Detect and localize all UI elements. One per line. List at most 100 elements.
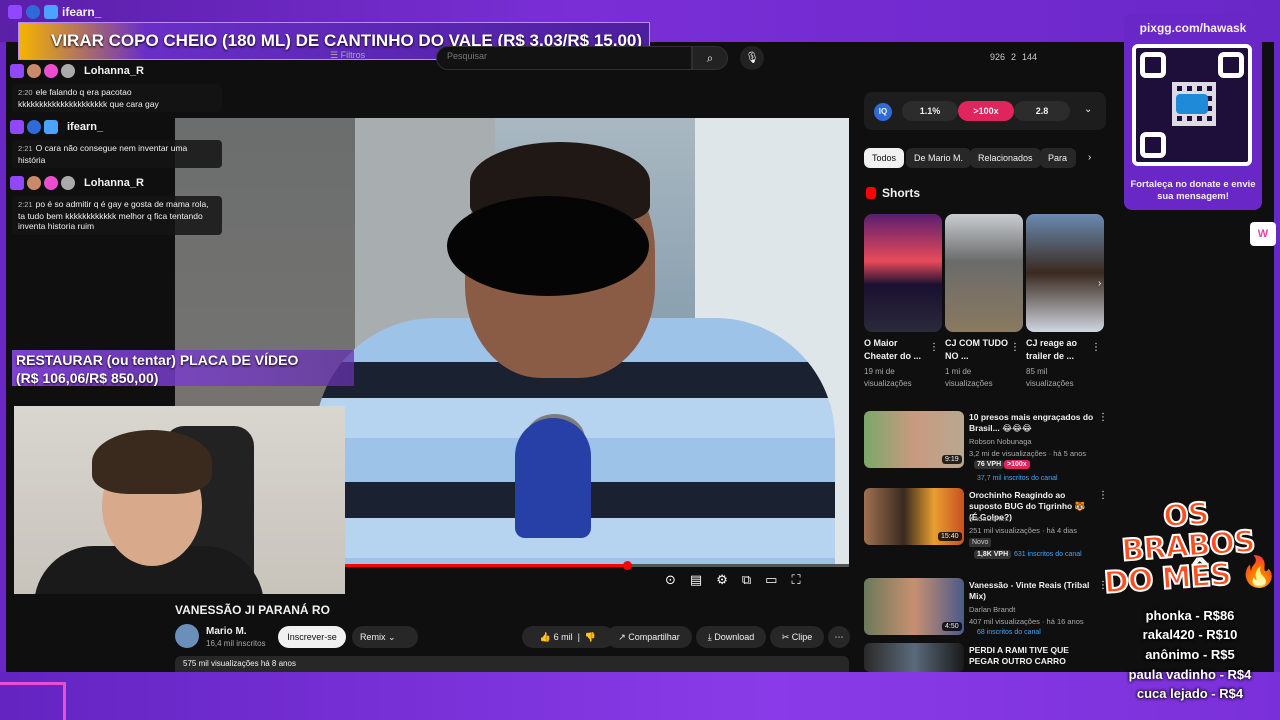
video-duration: 15:40 (938, 532, 962, 541)
video-description-meta[interactable]: 575 mil visualizações há 8 anos (175, 656, 849, 672)
short-thumbnail[interactable] (945, 214, 1023, 332)
chat-user: ifearn_ (10, 120, 103, 134)
qr-finder (1140, 132, 1166, 158)
chevron-right-icon[interactable]: › (1098, 278, 1101, 289)
chat-timestamp: 2:21 (18, 144, 33, 153)
progress-scrubber[interactable] (623, 561, 632, 570)
short-title[interactable]: CJ reage ao trailer de ... (1026, 337, 1092, 363)
overlay-frame-left (0, 42, 6, 672)
clip-label: Clipe (791, 632, 813, 642)
iq-metric: 2.8 (1014, 101, 1070, 121)
recommended-views: 251 mil visualizações · há 4 dias (969, 526, 1077, 535)
stat-value: 926 (990, 52, 1006, 62)
chat-text: ele falando q era pacotao kkkkkkkkkkkkkk… (18, 87, 159, 109)
donor-entry: rakal420 - R$10 (1142, 627, 1238, 642)
theater-mode-icon[interactable]: ▭ (765, 572, 777, 588)
recommended-channel[interactable]: KadaCortes (969, 514, 1009, 523)
progress-bar-fill (345, 564, 627, 567)
share-button[interactable]: ↗ Compartilhar (606, 626, 692, 648)
chevron-down-icon[interactable]: ⌄ (1084, 104, 1092, 115)
top-donors-title: OS BRABOS DO MÊS 🔥 (1102, 496, 1279, 602)
recommended-title[interactable]: 10 presos mais engraçados do Brasil... 😂… (969, 412, 1095, 434)
recommended-title[interactable]: Vanessão - Vinte Reais (Tribal Mix) (969, 580, 1095, 602)
recommended-views: 407 mil visualizações · há 16 anos (969, 617, 1084, 626)
chevron-right-icon[interactable]: › (1088, 152, 1091, 163)
vph-badge: 1,8K VPH (974, 550, 1012, 559)
download-button[interactable]: ⤓ Download (696, 626, 766, 648)
fullscreen-icon[interactable]: ⛶ (791, 572, 800, 588)
stat-value: 144 (1022, 52, 1038, 62)
subtitles-icon[interactable]: ▤ (690, 572, 702, 588)
twitch-badge-icon (8, 5, 22, 19)
autoplay-toggle-icon[interactable]: ⊙ (665, 572, 676, 588)
overlay-frame-bottom (0, 672, 1280, 720)
subscriber-badge-icon (44, 120, 58, 134)
heart-badge-icon (44, 176, 58, 190)
twitch-badge-icon (10, 64, 24, 78)
vph-badge: 76 VPH (974, 460, 1005, 469)
chip-from-channel[interactable]: De Mario M. (906, 148, 972, 168)
subscribe-button[interactable]: Inscrever-se (278, 626, 346, 648)
more-actions-icon[interactable]: ⋯ (828, 626, 850, 648)
qr-finder (1140, 52, 1166, 78)
avatar (27, 64, 41, 78)
chat-message: 2:21 po é so admitir q é gay e gosta de m… (12, 196, 222, 235)
like-count: 6 mil (553, 632, 573, 642)
prime-badge-icon (26, 5, 40, 19)
chat-user: Lohanna_R (10, 176, 144, 190)
short-title[interactable]: CJ COM TUDO NO ... (945, 337, 1011, 363)
short-views: 19 mi de visualizações (864, 367, 912, 388)
short-thumbnail[interactable] (1026, 214, 1104, 332)
recommended-title[interactable]: PERDI A RAMI TIVE QUE PEGAR OUTRO CARRO (969, 645, 1095, 667)
chip-for-you[interactable]: Para v (1040, 148, 1076, 168)
video-title: VANESSÃO JI PARANÁ RO (175, 603, 330, 617)
goal-middle-title: RESTAURAR (ou tentar) PLACA DE VÍDEO (16, 352, 299, 368)
new-badge: Novo (969, 538, 992, 547)
recommended-channel[interactable]: Robson Nobunaga (969, 437, 1032, 446)
qr-finder (1218, 52, 1244, 78)
filters-label: Filtros (340, 50, 366, 60)
extension-stats: 926 2 144 (990, 52, 1037, 62)
search-icon[interactable]: ⌕ (692, 46, 728, 70)
more-options-icon[interactable]: ⋮ (1091, 342, 1101, 353)
overlay-top-user: ifearn_ (8, 5, 101, 19)
donation-goal-middle: RESTAURAR (ou tentar) PLACA DE VÍDEO (R$… (12, 350, 354, 386)
more-options-icon[interactable]: ⋮ (1098, 412, 1108, 423)
short-views: 85 mil visualizações (1026, 367, 1074, 388)
stat-value: 2 (1011, 52, 1017, 62)
heart-badge-icon (44, 64, 58, 78)
short-title[interactable]: O Maior Cheater do ... (864, 337, 930, 363)
video-duration: 9:19 (942, 455, 962, 464)
more-options-icon[interactable]: ⋮ (1010, 342, 1020, 353)
donor-entry: anônimo - R$5 (1145, 647, 1235, 662)
chat-username: ifearn_ (67, 121, 104, 133)
more-options-icon[interactable]: ⋮ (929, 342, 939, 353)
qr-code (1132, 44, 1252, 166)
overlay-top-username: ifearn_ (62, 5, 102, 19)
channel-subs-badge: 37,7 mil inscritos do canal (977, 475, 1058, 482)
channel-name[interactable]: Mario M. (206, 626, 247, 637)
channel-avatar[interactable] (175, 624, 199, 648)
avatar (27, 176, 41, 190)
subscriber-badge-icon (44, 5, 58, 19)
donor-entry: paula vadinho - R$4 (1128, 667, 1252, 682)
chip-related[interactable]: Relacionados (970, 148, 1041, 168)
like-button[interactable]: 👍 6 mil | 👎 (522, 626, 614, 648)
remix-button[interactable]: Remix ⌄ (352, 626, 418, 648)
filters-button[interactable]: ☰ Filtros (330, 50, 365, 61)
more-options-icon[interactable]: ⋮ (1098, 490, 1108, 501)
iq-metric-highlight: >100x (958, 101, 1014, 121)
miniplayer-icon[interactable]: ⧉ (742, 572, 751, 588)
chat-message: 2:21 O cara não consegue nem inventar uma… (12, 140, 222, 168)
webcam-hair (92, 430, 212, 494)
microphone-icon[interactable]: 🎙 (740, 46, 764, 70)
twitch-badge-icon (10, 120, 24, 134)
settings-gear-icon[interactable]: ⚙ (716, 572, 728, 588)
outlier-badge: >100x (1004, 460, 1030, 469)
recommended-channel[interactable]: Darlan Brandt (969, 605, 1015, 614)
short-thumbnail[interactable] (864, 214, 942, 332)
search-input[interactable]: Pesquisar (436, 46, 692, 70)
recommended-thumbnail[interactable] (864, 643, 964, 672)
chip-all[interactable]: Todos (864, 148, 905, 168)
clip-button[interactable]: ✂ Clipe (770, 626, 824, 648)
